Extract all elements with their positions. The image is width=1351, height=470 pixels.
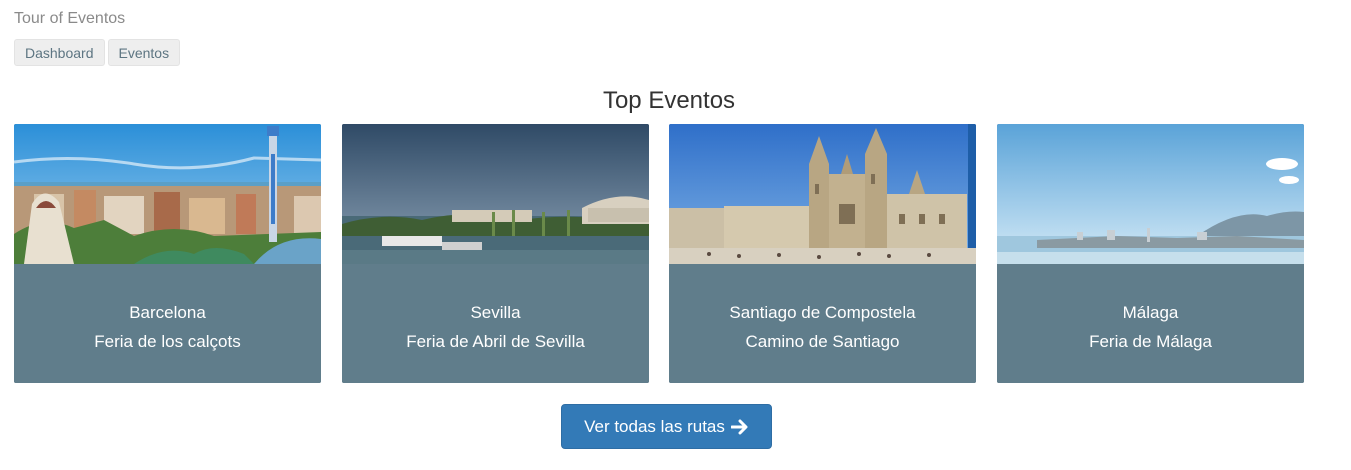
card-city: Barcelona — [129, 303, 206, 322]
card-event: Feria de Abril de Sevilla — [406, 332, 585, 351]
card-event: Camino de Santiago — [745, 332, 900, 351]
app-title: Tour of Eventos — [14, 10, 126, 27]
event-card-barcelona[interactable]: Barcelona Feria de los calçots — [14, 124, 321, 383]
card-body-sevilla: Sevilla Feria de Abril de Sevilla — [342, 264, 649, 383]
card-city: Málaga — [1122, 303, 1179, 322]
event-card-sevilla[interactable]: Sevilla Feria de Abril de Sevilla — [342, 124, 649, 383]
card-event: Feria de los calçots — [94, 332, 241, 351]
nav-eventos-button[interactable]: Eventos — [107, 39, 181, 66]
card-image-sevilla — [342, 124, 649, 264]
card-image-barcelona — [14, 124, 321, 264]
section-heading: Top Eventos — [602, 87, 736, 114]
view-all-routes-button[interactable]: Ver todas las rutas — [561, 404, 772, 449]
card-city: Santiago de Compostela — [729, 303, 916, 322]
main-nav: Dashboard Eventos — [14, 39, 181, 66]
card-body-malaga: Málaga Feria de Málaga — [997, 264, 1304, 383]
card-body-santiago: Santiago de Compostela Camino de Santiag… — [669, 264, 976, 383]
arrow-right-icon — [730, 419, 749, 435]
card-city: Sevilla — [470, 303, 521, 322]
card-body-barcelona: Barcelona Feria de los calçots — [14, 264, 321, 383]
card-event: Feria de Málaga — [1089, 332, 1212, 351]
event-card-malaga[interactable]: Málaga Feria de Málaga — [997, 124, 1304, 383]
nav-dashboard-button[interactable]: Dashboard — [14, 39, 105, 66]
card-image-malaga — [997, 124, 1304, 264]
card-image-santiago — [669, 124, 976, 264]
event-card-santiago[interactable]: Santiago de Compostela Camino de Santiag… — [669, 124, 976, 383]
view-all-routes-label: Ver todas las rutas — [584, 416, 725, 436]
